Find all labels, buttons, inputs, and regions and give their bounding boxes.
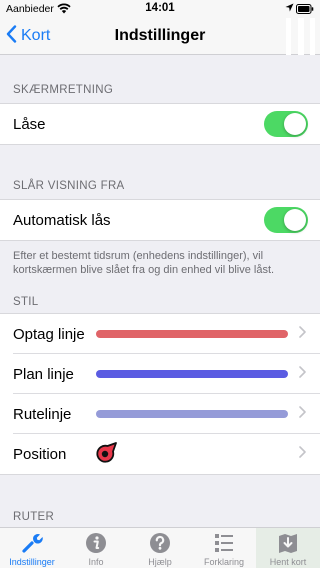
lock-orientation-toggle[interactable] — [264, 111, 308, 137]
tab-bar: Indstillinger Info Hjælp Forklaring Hent… — [0, 527, 320, 568]
row-position[interactable]: Position — [0, 434, 320, 474]
auto-lock-toggle[interactable] — [264, 207, 308, 233]
download-map-icon — [256, 532, 320, 554]
wrench-icon — [0, 532, 64, 554]
status-time: 14:01 — [145, 2, 175, 14]
decorative-bars — [280, 18, 320, 55]
record-line-color-swatch — [96, 330, 288, 338]
section-header-orientation: SKÆRMRETNING — [13, 84, 114, 96]
group-style: Optag linje Plan linje Rutelinje Positio… — [0, 313, 320, 475]
location-arrow-icon — [285, 3, 294, 15]
section-header-display-off: SLÅR VISNING FRA — [13, 180, 125, 192]
page-title: Indstillinger — [114, 27, 206, 44]
status-bar: Aanbieder 14:01 — [0, 0, 320, 18]
section-header-style: STIL — [13, 296, 39, 308]
group-display-off: Automatisk lås — [0, 199, 320, 241]
row-label-record-line: Optag linje — [13, 325, 85, 343]
tab-label: Hjælp — [148, 557, 172, 567]
navigation-bar: Kort Indstillinger — [0, 18, 320, 55]
group-orientation: Låse — [0, 103, 320, 145]
toggle-knob — [284, 209, 306, 231]
chevron-right-icon — [299, 325, 306, 343]
route-line-color-swatch — [96, 410, 288, 418]
row-label-route-line: Rutelinje — [13, 405, 72, 423]
row-label-auto-lock: Automatisk lås — [13, 211, 111, 229]
tab-legend[interactable]: Forklaring — [192, 528, 256, 568]
tab-help[interactable]: Hjælp — [128, 528, 192, 568]
tab-label: Indstillinger — [9, 557, 55, 567]
plan-line-color-swatch — [96, 370, 288, 378]
row-lock-orientation: Låse — [0, 104, 320, 144]
row-auto-lock: Automatisk lås — [0, 200, 320, 240]
tab-settings[interactable]: Indstillinger — [0, 528, 64, 568]
tab-info[interactable]: Info — [64, 528, 128, 568]
row-plan-line[interactable]: Plan linje — [0, 354, 320, 394]
row-label-lock: Låse — [13, 115, 46, 133]
legend-icon — [192, 532, 256, 554]
row-route-line[interactable]: Rutelinje — [0, 394, 320, 434]
info-icon — [64, 532, 128, 554]
row-label-plan-line: Plan linje — [13, 365, 74, 383]
row-record-line[interactable]: Optag linje — [0, 314, 320, 354]
section-header-routes: RUTER — [13, 511, 55, 523]
chevron-right-icon — [299, 405, 306, 423]
position-marker-icon — [96, 441, 118, 468]
chevron-right-icon — [299, 445, 306, 463]
auto-lock-description: Efter et bestemt tidsrum (enhedens indst… — [13, 250, 275, 276]
tab-label: Info — [88, 557, 104, 567]
tab-label: Hent kort — [269, 557, 307, 567]
toggle-knob — [284, 113, 306, 135]
row-label-position: Position — [13, 445, 67, 463]
tab-download-map[interactable]: Hent kort — [256, 528, 320, 568]
help-icon — [128, 532, 192, 554]
tab-label: Forklaring — [203, 557, 244, 567]
chevron-right-icon — [299, 365, 306, 383]
battery-icon — [296, 4, 314, 17]
